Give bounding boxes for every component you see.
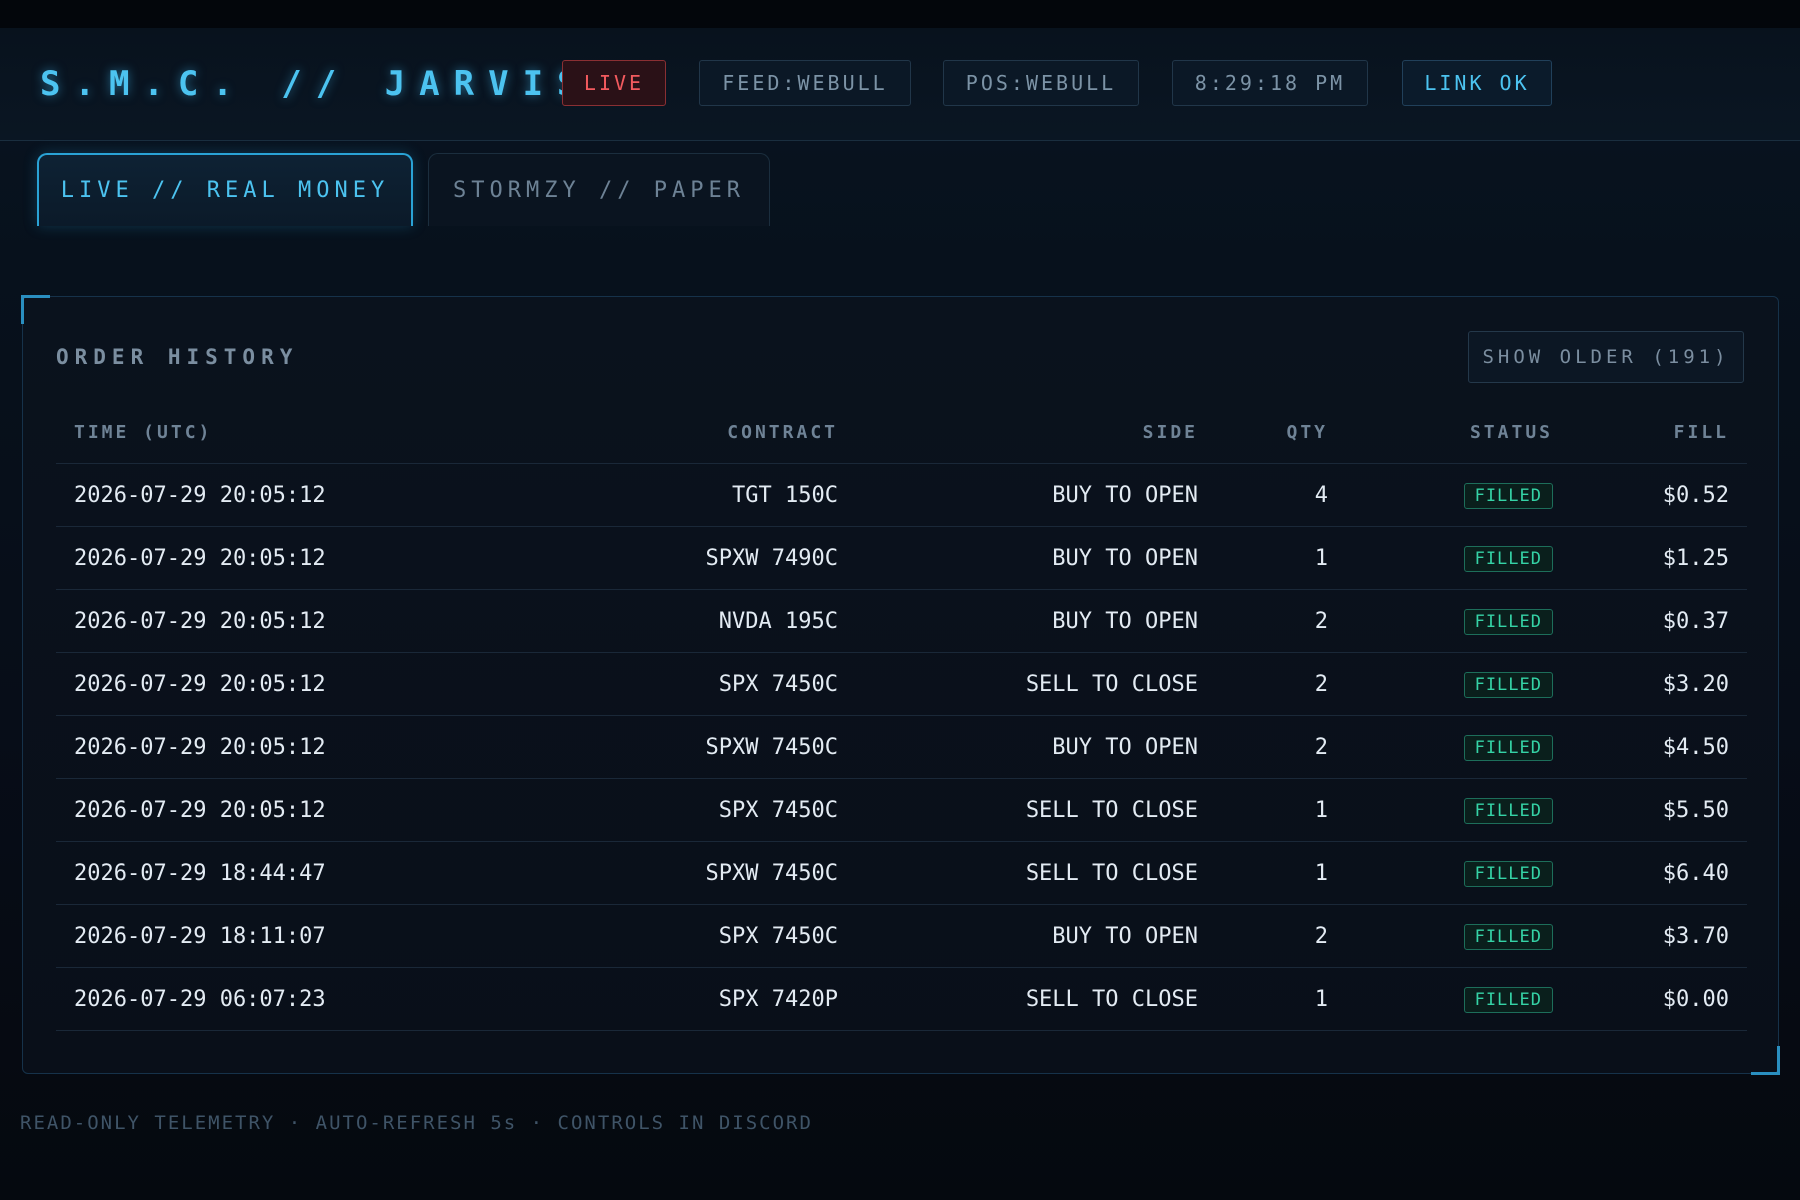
table-row: 2026-07-29 06:07:23 SPX 7420P SELL TO CL…	[56, 967, 1747, 1031]
cell-side: SELL TO CLOSE	[856, 652, 1216, 716]
cell-side: BUY TO OPEN	[856, 463, 1216, 527]
link-status: LINK OK	[1402, 60, 1552, 106]
cell-status: FILLED	[1346, 652, 1571, 716]
cell-time: 2026-07-29 20:05:12	[56, 715, 356, 779]
cell-fill: $0.00	[1571, 967, 1747, 1031]
cell-time: 2026-07-29 18:44:47	[56, 841, 356, 905]
cell-time: 2026-07-29 20:05:12	[56, 778, 356, 842]
cell-fill: $3.70	[1571, 904, 1747, 968]
table-row: 2026-07-29 18:44:47 SPXW 7450C SELL TO C…	[56, 841, 1747, 905]
cell-time: 2026-07-29 20:05:12	[56, 526, 356, 590]
live-badge: LIVE	[562, 60, 666, 106]
cell-contract: SPXW 7450C	[356, 715, 856, 779]
cell-qty: 1	[1216, 841, 1346, 905]
cell-side: BUY TO OPEN	[856, 589, 1216, 653]
cell-contract: SPXW 7450C	[356, 841, 856, 905]
table-row: 2026-07-29 18:11:07 SPX 7450C BUY TO OPE…	[56, 904, 1747, 968]
cell-side: BUY TO OPEN	[856, 904, 1216, 968]
cell-contract: SPX 7450C	[356, 904, 856, 968]
column-header-fill: FILL	[1571, 401, 1747, 464]
cell-time: 2026-07-29 06:07:23	[56, 967, 356, 1031]
app-brand: S.M.C. // JARVIS	[40, 64, 592, 104]
table-row: 2026-07-29 20:05:12 SPX 7450C SELL TO CL…	[56, 652, 1747, 716]
tab-live-real-money[interactable]: LIVE // REAL MONEY	[37, 153, 413, 226]
cell-fill: $4.50	[1571, 715, 1747, 779]
panel-corner-accent	[1751, 1046, 1780, 1075]
status-badge: FILLED	[1463, 923, 1553, 950]
order-history-table: TIME (UTC) CONTRACT SIDE QTY STATUS FILL…	[56, 401, 1747, 1031]
cell-status: FILLED	[1346, 526, 1571, 590]
cell-side: SELL TO CLOSE	[856, 778, 1216, 842]
panel-title: ORDER HISTORY	[56, 345, 299, 369]
cell-status: FILLED	[1346, 904, 1571, 968]
cell-status: FILLED	[1346, 778, 1571, 842]
cell-fill: $1.25	[1571, 526, 1747, 590]
status-badge: FILLED	[1463, 986, 1553, 1013]
cell-fill: $5.50	[1571, 778, 1747, 842]
clock: 8:29:18 PM	[1172, 60, 1368, 106]
table-row: 2026-07-29 20:05:12 SPX 7450C SELL TO CL…	[56, 778, 1747, 842]
cell-qty: 4	[1216, 463, 1346, 527]
cell-time: 2026-07-29 18:11:07	[56, 904, 356, 968]
cell-status: FILLED	[1346, 841, 1571, 905]
cell-contract: SPX 7450C	[356, 778, 856, 842]
window-top-strip	[0, 0, 1800, 28]
column-header-contract: CONTRACT	[356, 401, 856, 464]
cell-qty: 1	[1216, 778, 1346, 842]
positions-indicator: POS:WEBULL	[943, 60, 1139, 106]
cell-fill: $0.37	[1571, 589, 1747, 653]
account-tabs: LIVE // REAL MONEY STORMZY // PAPER	[0, 140, 1800, 226]
cell-contract: SPXW 7490C	[356, 526, 856, 590]
cell-side: BUY TO OPEN	[856, 715, 1216, 779]
cell-fill: $6.40	[1571, 841, 1747, 905]
cell-qty: 2	[1216, 904, 1346, 968]
cell-time: 2026-07-29 20:05:12	[56, 652, 356, 716]
cell-contract: SPX 7420P	[356, 967, 856, 1031]
cell-side: BUY TO OPEN	[856, 526, 1216, 590]
cell-contract: SPX 7450C	[356, 652, 856, 716]
table-row: 2026-07-29 20:05:12 SPXW 7490C BUY TO OP…	[56, 526, 1747, 590]
cell-contract: TGT 150C	[356, 463, 856, 527]
column-header-time: TIME (UTC)	[56, 401, 356, 464]
cell-side: SELL TO CLOSE	[856, 967, 1216, 1031]
status-badge: FILLED	[1463, 734, 1553, 761]
cell-side: SELL TO CLOSE	[856, 841, 1216, 905]
status-badge: FILLED	[1463, 608, 1553, 635]
cell-time: 2026-07-29 20:05:12	[56, 589, 356, 653]
cell-status: FILLED	[1346, 463, 1571, 527]
status-badge: FILLED	[1463, 671, 1553, 698]
cell-qty: 2	[1216, 652, 1346, 716]
table-row: 2026-07-29 20:05:12 TGT 150C BUY TO OPEN…	[56, 463, 1747, 527]
order-history-panel: ORDER HISTORY SHOW OLDER (191) TIME (UTC…	[21, 295, 1780, 1075]
status-badge: FILLED	[1463, 482, 1553, 509]
cell-fill: $3.20	[1571, 652, 1747, 716]
status-badge: FILLED	[1463, 545, 1553, 572]
cell-time: 2026-07-29 20:05:12	[56, 463, 356, 527]
feed-indicator: FEED:WEBULL	[699, 60, 911, 106]
cell-qty: 1	[1216, 967, 1346, 1031]
cell-status: FILLED	[1346, 715, 1571, 779]
panel-corner-accent	[21, 295, 50, 324]
footer-note: READ-ONLY TELEMETRY · AUTO-REFRESH 5s · …	[20, 1112, 813, 1134]
column-header-status: STATUS	[1346, 401, 1571, 464]
tab-stormzy-paper[interactable]: STORMZY // PAPER	[428, 153, 770, 226]
cell-fill: $0.52	[1571, 463, 1747, 527]
table-row: 2026-07-29 20:05:12 SPXW 7450C BUY TO OP…	[56, 715, 1747, 779]
cell-qty: 1	[1216, 526, 1346, 590]
cell-qty: 2	[1216, 589, 1346, 653]
cell-qty: 2	[1216, 715, 1346, 779]
cell-status: FILLED	[1346, 589, 1571, 653]
show-older-button[interactable]: SHOW OLDER (191)	[1468, 331, 1744, 383]
table-row: 2026-07-29 20:05:12 NVDA 195C BUY TO OPE…	[56, 589, 1747, 653]
cell-contract: NVDA 195C	[356, 589, 856, 653]
top-bar: S.M.C. // JARVIS LIVE FEED:WEBULL POS:WE…	[0, 28, 1800, 141]
column-header-qty: QTY	[1216, 401, 1346, 464]
table-header-row: TIME (UTC) CONTRACT SIDE QTY STATUS FILL	[56, 401, 1747, 464]
status-badge: FILLED	[1463, 860, 1553, 887]
column-header-side: SIDE	[856, 401, 1216, 464]
cell-status: FILLED	[1346, 967, 1571, 1031]
status-badge: FILLED	[1463, 797, 1553, 824]
